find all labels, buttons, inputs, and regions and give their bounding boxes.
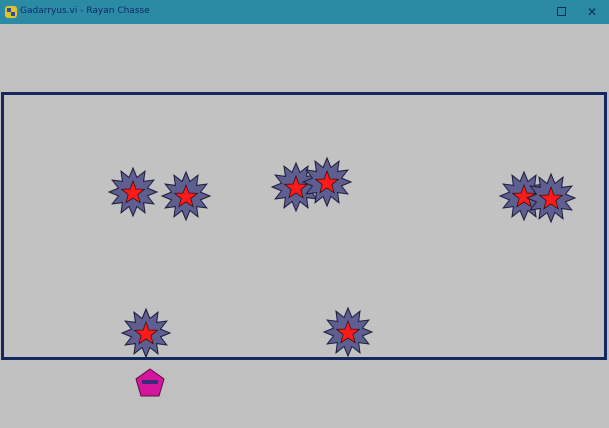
close-button[interactable]: ✕ xyxy=(584,4,600,20)
close-icon: ✕ xyxy=(586,5,598,19)
player-marking xyxy=(142,380,158,384)
spiky-star-enemy-icon xyxy=(107,166,159,218)
spiky-star-enemy-icon xyxy=(322,306,374,358)
spiky-star-enemy-icon xyxy=(160,170,212,222)
pentagon-player-icon xyxy=(135,368,165,397)
python-icon xyxy=(5,6,17,18)
maximize-button[interactable] xyxy=(553,4,569,20)
title-bar: Gadarryus.vi - Rayan Chasse ✕ xyxy=(0,0,609,24)
window-title: Gadarryus.vi - Rayan Chasse xyxy=(20,6,150,16)
spiky-star-enemy-icon xyxy=(525,172,577,224)
game-playfield xyxy=(1,92,607,360)
spiky-star-enemy-icon xyxy=(120,307,172,359)
player-area xyxy=(0,361,609,428)
maximize-icon xyxy=(556,7,566,16)
top-margin-area xyxy=(0,24,609,91)
spiky-star-enemy-icon xyxy=(301,156,353,208)
